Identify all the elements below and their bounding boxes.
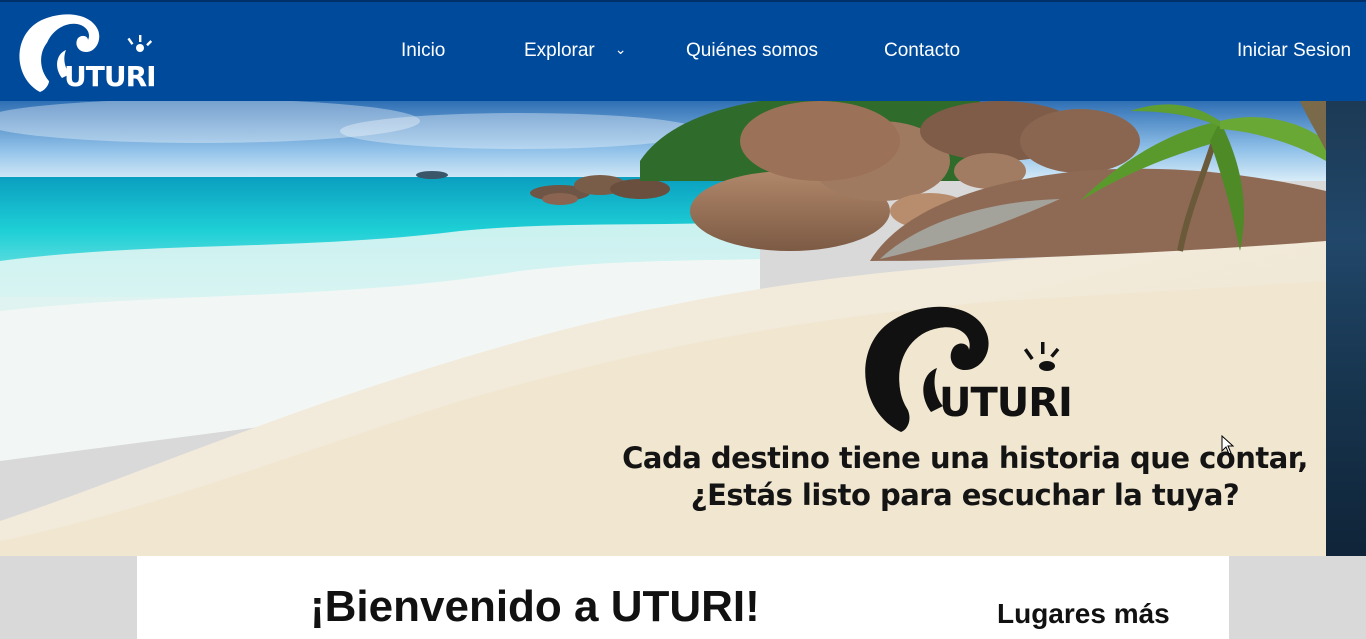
login-link[interactable]: Iniciar Sesion <box>1237 40 1351 62</box>
nav-explorar-label: Explorar <box>524 40 595 61</box>
hero-logo-wordmark: UTURI <box>939 380 1072 426</box>
main-content: ¡Bienvenido a UTURI! Lugares más <box>137 556 1229 639</box>
mouse-cursor-icon <box>1221 434 1235 455</box>
logo-wordmark: UTURI <box>64 60 156 93</box>
hero-tagline-line2: ¿Estás listo para escuchar la tuya? <box>690 478 1240 512</box>
nav-explorar[interactable]: Explorar ⌄ <box>524 40 626 62</box>
hero-side-image-strip <box>1326 101 1366 556</box>
top-navbar: UTURI Inicio Explorar ⌄ Quiénes somos Con… <box>0 0 1366 101</box>
nav-quienes-somos[interactable]: Quiénes somos <box>686 40 818 62</box>
nav-inicio[interactable]: Inicio <box>401 40 445 62</box>
chevron-down-icon[interactable]: ⌄ <box>615 41 627 58</box>
nav-contacto[interactable]: Contacto <box>884 40 960 62</box>
popular-places-heading: Lugares más <box>997 598 1170 629</box>
hero-uturi-logo: UTURI <box>855 300 1085 440</box>
welcome-title: ¡Bienvenido a UTURI! <box>310 582 760 631</box>
uturi-logo[interactable]: UTURI <box>12 8 172 98</box>
